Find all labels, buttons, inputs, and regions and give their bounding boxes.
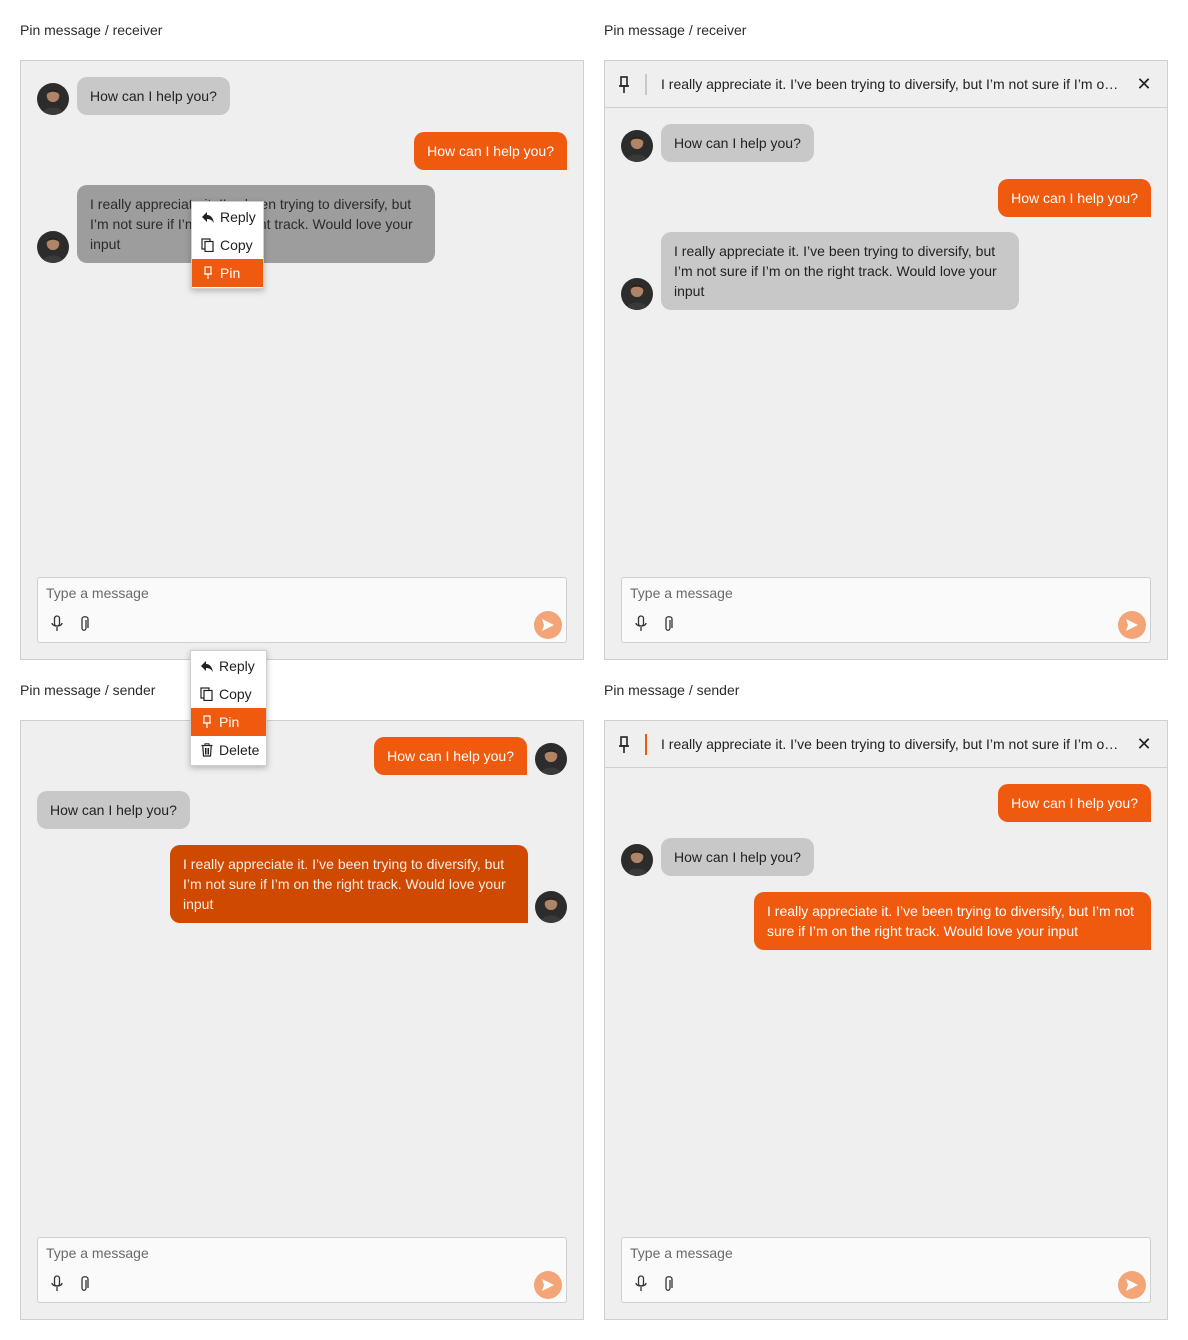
menu-item-label: Pin (219, 714, 240, 730)
send-button[interactable] (534, 611, 562, 639)
close-icon[interactable]: ✕ (1135, 734, 1153, 754)
message-input[interactable]: Type a message (630, 585, 733, 601)
avatar[interactable] (37, 83, 69, 115)
menu-item-reply[interactable]: Reply (192, 203, 263, 231)
paperclip-icon[interactable] (78, 1275, 90, 1293)
pinned-message-bar[interactable]: I really appreciate it. I’ve been trying… (605, 721, 1167, 768)
panel-caption: Pin message / receiver (604, 22, 747, 38)
menu-item-copy[interactable]: Copy (191, 680, 266, 708)
chat-panel-receiver-menu: How can I help you? How can I help you? … (20, 60, 584, 660)
message-composer: Type a message (37, 1237, 567, 1303)
panel-caption: Pin message / receiver (20, 22, 163, 38)
avatar[interactable] (535, 743, 567, 775)
send-icon (1126, 1279, 1138, 1291)
pin-icon (619, 736, 629, 753)
incoming-message[interactable]: How can I help you? (77, 77, 230, 115)
send-button[interactable] (1118, 611, 1146, 639)
menu-item-pin[interactable]: Pin (192, 259, 263, 287)
panel-caption: Pin message / sender (20, 682, 156, 698)
message-composer: Type a message (37, 577, 567, 643)
microphone-icon[interactable] (50, 615, 64, 633)
message-context-menu: Reply Copy Pin Delete (190, 650, 267, 766)
menu-item-label: Copy (220, 237, 253, 253)
message-context-menu: Reply Copy Pin (191, 201, 264, 289)
reply-icon (201, 661, 213, 672)
pinned-message-bar[interactable]: I really appreciate it. I’ve been trying… (605, 61, 1167, 108)
send-icon (1126, 619, 1138, 631)
outgoing-message[interactable]: How can I help you? (998, 179, 1151, 217)
incoming-message[interactable]: How can I help you? (37, 791, 190, 829)
menu-item-delete[interactable]: Delete (191, 736, 266, 764)
outgoing-message[interactable]: How can I help you? (998, 784, 1151, 822)
menu-item-pin[interactable]: Pin (191, 708, 266, 736)
pin-icon (204, 266, 212, 279)
trash-icon (201, 743, 213, 757)
avatar[interactable] (37, 231, 69, 263)
avatar[interactable] (621, 278, 653, 310)
message-input[interactable]: Type a message (630, 1245, 733, 1261)
menu-item-label: Delete (219, 742, 260, 758)
copy-icon (200, 687, 213, 701)
incoming-message[interactable]: How can I help you? (661, 124, 814, 162)
microphone-icon[interactable] (634, 615, 648, 633)
paperclip-icon[interactable] (662, 615, 674, 633)
copy-icon (201, 238, 214, 252)
menu-item-label: Copy (219, 686, 252, 702)
reply-icon (202, 212, 214, 223)
avatar[interactable] (621, 130, 653, 162)
send-icon (542, 619, 554, 631)
pinned-message-text: I really appreciate it. I’ve been trying… (661, 76, 1121, 92)
outgoing-message[interactable]: I really appreciate it. I’ve been trying… (754, 892, 1151, 950)
send-icon (542, 1279, 554, 1291)
pin-icon (619, 76, 629, 93)
send-button[interactable] (1118, 1271, 1146, 1299)
pin-icon (203, 715, 211, 728)
outgoing-message[interactable]: How can I help you? (414, 132, 567, 170)
pinned-message-text: I really appreciate it. I’ve been trying… (661, 736, 1121, 752)
outgoing-message-selected[interactable]: I really appreciate it. I’ve been trying… (170, 845, 528, 923)
send-button[interactable] (534, 1271, 562, 1299)
avatar[interactable] (535, 891, 567, 923)
incoming-message[interactable]: How can I help you? (661, 838, 814, 876)
menu-item-reply[interactable]: Reply (191, 652, 266, 680)
paperclip-icon[interactable] (78, 615, 90, 633)
pinned-divider (645, 734, 647, 755)
avatar[interactable] (621, 844, 653, 876)
incoming-message[interactable]: I really appreciate it. I’ve been trying… (661, 232, 1019, 310)
message-input[interactable]: Type a message (46, 1245, 149, 1261)
message-input[interactable]: Type a message (46, 585, 149, 601)
chat-panel-sender-pinned: I really appreciate it. I’ve been trying… (604, 720, 1168, 1320)
outgoing-message[interactable]: How can I help you? (374, 737, 527, 775)
microphone-icon[interactable] (634, 1275, 648, 1293)
chat-panel-receiver-pinned: I really appreciate it. I’ve been trying… (604, 60, 1168, 660)
microphone-icon[interactable] (50, 1275, 64, 1293)
pinned-divider (645, 74, 647, 95)
menu-item-label: Reply (219, 658, 255, 674)
menu-item-label: Reply (220, 209, 256, 225)
message-composer: Type a message (621, 577, 1151, 643)
menu-item-copy[interactable]: Copy (192, 231, 263, 259)
paperclip-icon[interactable] (662, 1275, 674, 1293)
chat-panel-sender-menu: How can I help you? How can I help you? … (20, 720, 584, 1320)
menu-item-label: Pin (220, 265, 241, 281)
close-icon[interactable]: ✕ (1135, 74, 1153, 94)
panel-caption: Pin message / sender (604, 682, 740, 698)
message-composer: Type a message (621, 1237, 1151, 1303)
